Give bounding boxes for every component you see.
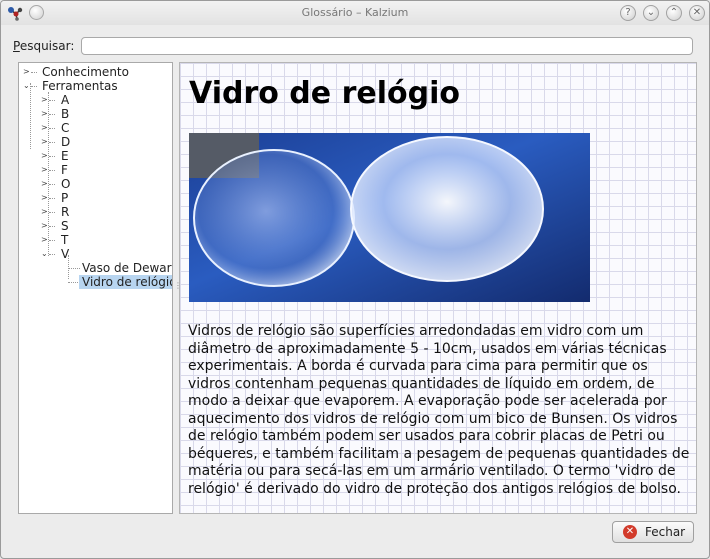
article-body: Vidros de relógio são superfícies arredo… — [188, 323, 690, 497]
tree-item-label: S — [61, 219, 69, 233]
glossary-window: Glossário – Kalzium ? ⌄ ⌃ ✕ Pesquisar: >… — [0, 0, 710, 559]
search-row: Pesquisar: — [1, 34, 709, 58]
tree-item-label: R — [61, 205, 70, 219]
maximize-button[interactable]: ⌃ — [666, 5, 682, 21]
tree-item-label: Vaso de Dewar — [82, 261, 172, 275]
tree-item-label: T — [61, 233, 69, 247]
title-bar[interactable]: Glossário – Kalzium ? ⌄ ⌃ ✕ — [1, 1, 709, 25]
tree-item-label: O — [61, 177, 71, 191]
tree-item-label: D — [61, 135, 71, 149]
tree-item-label: P — [61, 191, 69, 205]
search-label: Pesquisar: — [13, 39, 75, 53]
splitter-handle[interactable]: ⋮ — [174, 281, 182, 293]
tree-item-label: B — [61, 107, 70, 121]
close-icon: ✕ — [692, 7, 702, 18]
tree-item-label: A — [61, 93, 70, 107]
question-icon: ? — [625, 7, 631, 18]
watch-glass-photo — [189, 133, 590, 302]
close-button[interactable]: ✕ Fechar — [612, 521, 694, 543]
article-view: Vidro de relógio Vidros de relógio são s… — [179, 62, 697, 514]
tree-item-label: Conhecimento — [42, 65, 129, 79]
chevron-up-icon: ⌃ — [669, 7, 679, 18]
tree-item-label: Ferramentas — [42, 79, 118, 93]
tree-item-label: Vidro de relógio — [79, 275, 172, 289]
minimize-button[interactable]: ⌄ — [643, 5, 659, 21]
close-window-button[interactable]: ✕ — [689, 5, 705, 21]
glossary-tree[interactable]: > Conhecimento ⌄ Ferramentas > A > B > C > D… — [18, 62, 173, 514]
search-input[interactable] — [81, 37, 693, 55]
chevron-down-icon: ⌄ — [646, 7, 656, 18]
close-circle-icon: ✕ — [623, 525, 637, 539]
article-title: Vidro de relógio — [189, 76, 460, 111]
close-button-label: Fechar — [645, 525, 686, 539]
tree-item-label: F — [61, 163, 68, 177]
help-button[interactable]: ? — [620, 5, 636, 21]
tree-item-label: V — [61, 247, 70, 261]
tree-item-label: E — [61, 149, 69, 163]
window-title: Glossário – Kalzium — [301, 6, 409, 19]
tree-item-label: C — [61, 121, 70, 135]
